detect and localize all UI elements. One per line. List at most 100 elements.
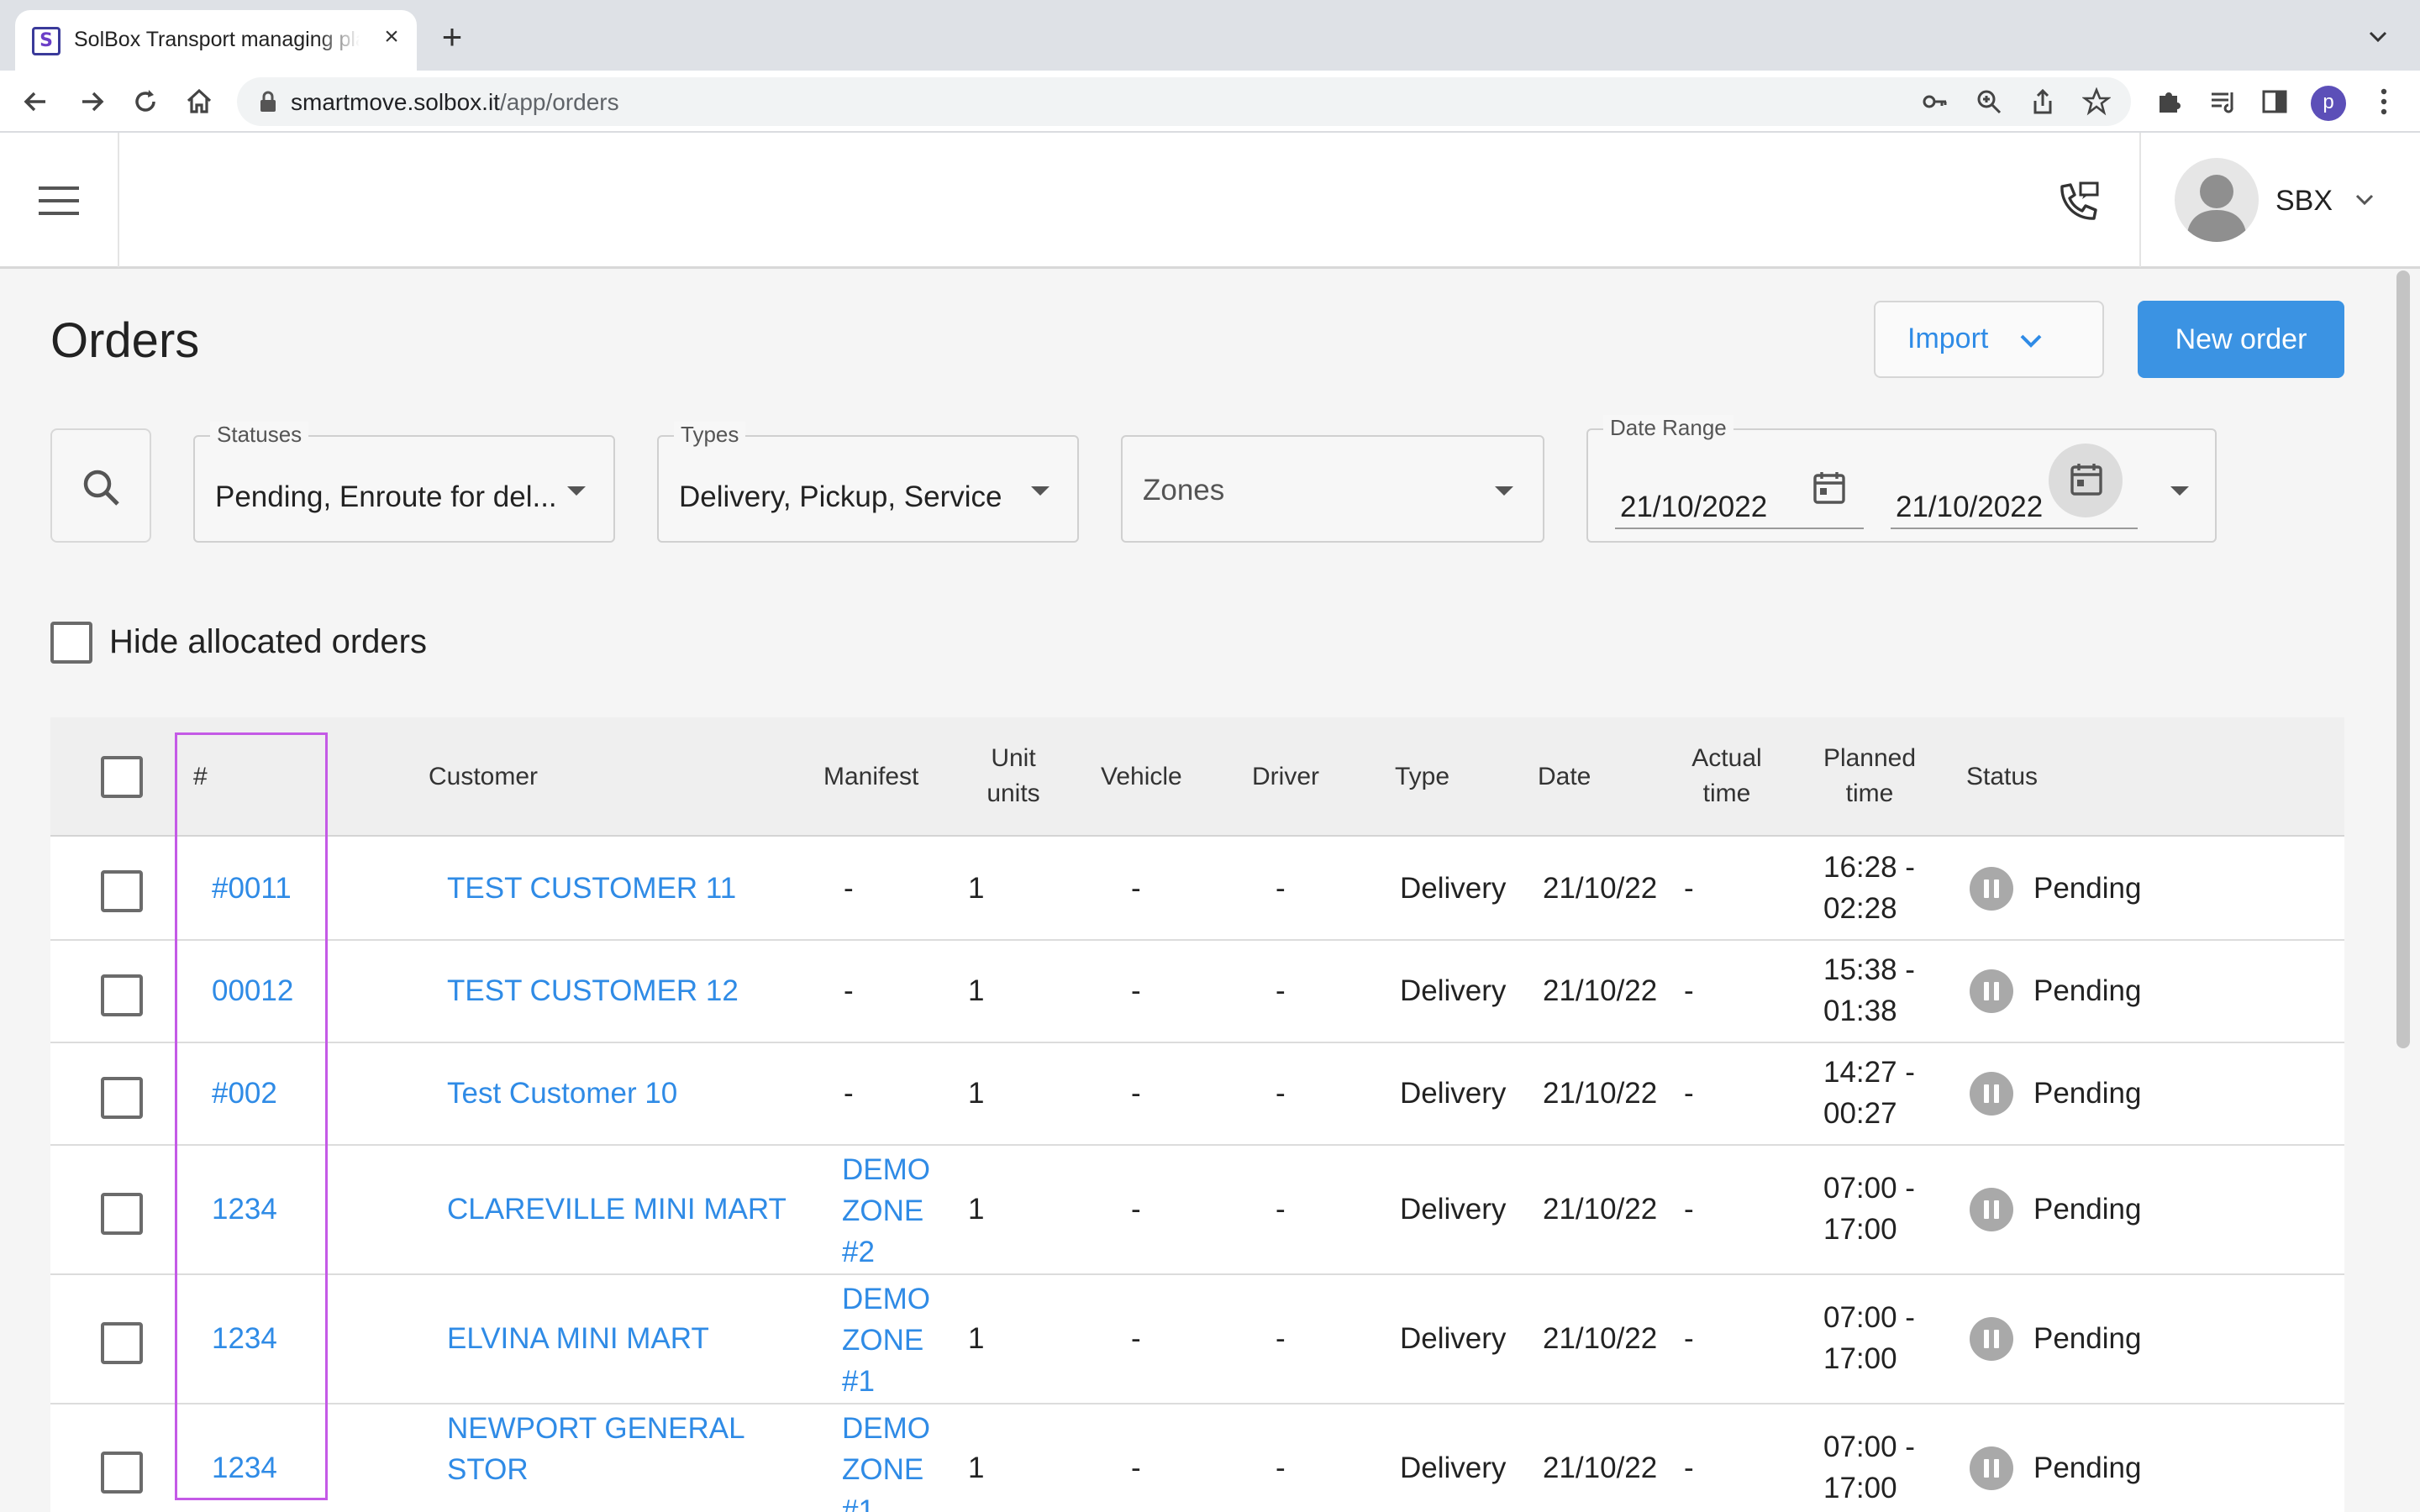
order-number-link[interactable]: 00012 — [212, 974, 293, 1008]
side-panel-icon[interactable] — [2255, 82, 2294, 121]
header-status[interactable]: Status — [1966, 759, 2067, 795]
status-value: Pending — [2033, 1193, 2142, 1226]
pause-status-icon — [1970, 867, 2013, 911]
header-type[interactable]: Type — [1395, 759, 1479, 795]
chevron-down-icon[interactable] — [2353, 192, 2376, 208]
actual-time-value: - — [1684, 974, 1694, 1007]
actual-time-value: - — [1684, 1322, 1694, 1355]
header-vehicle[interactable]: Vehicle — [1101, 759, 1218, 795]
pause-status-icon — [1970, 1317, 2013, 1361]
media-queue-icon[interactable] — [2203, 82, 2242, 121]
import-button[interactable]: Import — [1874, 301, 2104, 378]
date-to-value: 21/10/2022 — [1896, 491, 2044, 523]
phone-call-icon[interactable] — [2055, 178, 2102, 225]
table-row[interactable]: 00012 TEST CUSTOMER 12 - 1 - - Delivery … — [50, 941, 2344, 1043]
driver-value: - — [1276, 974, 1286, 1007]
header-planned-time[interactable]: Planned time — [1815, 741, 1924, 811]
table-row[interactable]: 1234 ELVINA MINI MART DEMO ZONE #1 1 - -… — [50, 1275, 2344, 1404]
browser-tab[interactable]: S SolBox Transport managing pla × — [15, 10, 417, 71]
page-scrollbar[interactable] — [2396, 270, 2410, 1048]
customer-link[interactable]: CLAREVILLE MINI MART — [447, 1193, 786, 1226]
manifest-link[interactable]: DEMO ZONE #1 — [842, 1278, 943, 1402]
hide-allocated-checkbox[interactable] — [50, 622, 92, 664]
statuses-label: Statuses — [210, 422, 309, 448]
url-text: smartmove.solbox.it/app/orders — [291, 89, 619, 116]
order-number-link[interactable]: 1234 — [212, 1193, 277, 1226]
type-value: Delivery — [1400, 1193, 1507, 1226]
browser-tab-bar: S SolBox Transport managing pla × + — [0, 0, 2420, 71]
vehicle-value: - — [1131, 1452, 1141, 1484]
order-number-link[interactable]: 1234 — [212, 1322, 277, 1356]
order-number-link[interactable]: #002 — [212, 1077, 277, 1110]
header-driver[interactable]: Driver — [1252, 759, 1344, 795]
statuses-filter[interactable]: Statuses Pending, Enroute for del... — [193, 422, 615, 543]
forward-arrow-icon[interactable] — [72, 82, 111, 121]
caret-down-icon — [1031, 486, 1050, 496]
customer-link[interactable]: TEST CUSTOMER 12 — [447, 974, 739, 1008]
driver-value: - — [1276, 872, 1286, 905]
row-checkbox[interactable] — [101, 1077, 143, 1119]
manifest-link[interactable]: DEMO ZONE #1 — [842, 1408, 943, 1512]
key-icon[interactable] — [1921, 87, 1949, 116]
share-icon[interactable] — [2028, 87, 2057, 116]
row-checkbox[interactable] — [101, 974, 143, 1016]
tab-close-icon[interactable]: × — [376, 22, 407, 52]
actual-time-value: - — [1684, 1452, 1694, 1484]
home-icon[interactable] — [180, 82, 218, 121]
manifest-value: - — [844, 1077, 854, 1110]
table-row[interactable]: 1234 NEWPORT GENERAL STOR DEMO ZONE #1 1… — [50, 1404, 2344, 1512]
customer-link[interactable]: NEWPORT GENERAL STOR — [447, 1408, 783, 1490]
header-date[interactable]: Date — [1538, 759, 1622, 795]
zones-filter[interactable]: Zones — [1121, 435, 1544, 543]
browser-menu-icon[interactable] — [2365, 82, 2403, 121]
manifest-link[interactable]: DEMO ZONE #2 — [842, 1149, 943, 1273]
row-checkbox[interactable] — [101, 1322, 143, 1364]
extensions-puzzle-icon[interactable] — [2149, 82, 2188, 121]
address-bar[interactable]: smartmove.solbox.it/app/orders — [237, 77, 2131, 126]
tab-search-chevron-icon[interactable] — [2363, 22, 2393, 52]
header-unit-units[interactable]: Unit units — [971, 741, 1055, 811]
table-row[interactable]: #002 Test Customer 10 - 1 - - Delivery 2… — [50, 1043, 2344, 1146]
customer-link[interactable]: Test Customer 10 — [447, 1077, 677, 1110]
row-checkbox[interactable] — [101, 1193, 143, 1235]
types-value: Delivery, Pickup, Service — [679, 480, 1002, 513]
search-button[interactable] — [50, 428, 151, 543]
header-actual-time[interactable]: Actual time — [1681, 741, 1773, 811]
date-from-input[interactable]: 21/10/2022 — [1615, 462, 1864, 529]
calendar-icon[interactable] — [1810, 469, 1849, 507]
hamburger-menu-icon[interactable] — [34, 178, 84, 223]
row-checkbox[interactable] — [101, 1452, 143, 1494]
header-customer[interactable]: Customer — [429, 759, 597, 795]
reload-icon[interactable] — [126, 82, 165, 121]
back-arrow-icon[interactable] — [17, 82, 55, 121]
manifest-value: - — [844, 974, 854, 1007]
pause-status-icon — [1970, 1188, 2013, 1231]
customer-link[interactable]: TEST CUSTOMER 11 — [447, 872, 736, 906]
new-tab-icon[interactable]: + — [435, 19, 469, 55]
bookmark-star-icon[interactable] — [2082, 87, 2111, 116]
table-row[interactable]: 1234 CLAREVILLE MINI MART DEMO ZONE #2 1… — [50, 1146, 2344, 1275]
table-row[interactable]: #0011 TEST CUSTOMER 11 - 1 - - Delivery … — [50, 837, 2344, 941]
order-number-link[interactable]: #0011 — [212, 872, 292, 906]
hide-allocated-label[interactable]: Hide allocated orders — [109, 623, 427, 661]
planned-time-value: 15:38 - 01:38 — [1823, 953, 1915, 1027]
user-name[interactable]: SBX — [2275, 185, 2333, 218]
new-order-button[interactable]: New order — [2138, 301, 2344, 378]
order-number-link[interactable]: 1234 — [212, 1452, 277, 1485]
type-value: Delivery — [1400, 974, 1507, 1007]
driver-value: - — [1276, 1077, 1286, 1110]
user-avatar[interactable] — [2175, 158, 2259, 242]
profile-avatar[interactable]: p — [2311, 86, 2346, 121]
date-value: 21/10/22 — [1543, 872, 1658, 905]
zoom-icon[interactable] — [1975, 87, 2003, 116]
caret-down-icon[interactable] — [2168, 484, 2191, 499]
header-number[interactable]: # — [193, 759, 208, 795]
types-filter[interactable]: Types Delivery, Pickup, Service — [657, 422, 1079, 543]
status-value: Pending — [2033, 1452, 2142, 1484]
row-checkbox[interactable] — [101, 870, 143, 912]
date-range-label: Date Range — [1603, 415, 1733, 441]
calendar-icon[interactable] — [2067, 460, 2106, 499]
header-manifest[interactable]: Manifest — [823, 759, 958, 795]
customer-link[interactable]: ELVINA MINI MART — [447, 1322, 709, 1356]
select-all-checkbox[interactable] — [101, 756, 143, 798]
